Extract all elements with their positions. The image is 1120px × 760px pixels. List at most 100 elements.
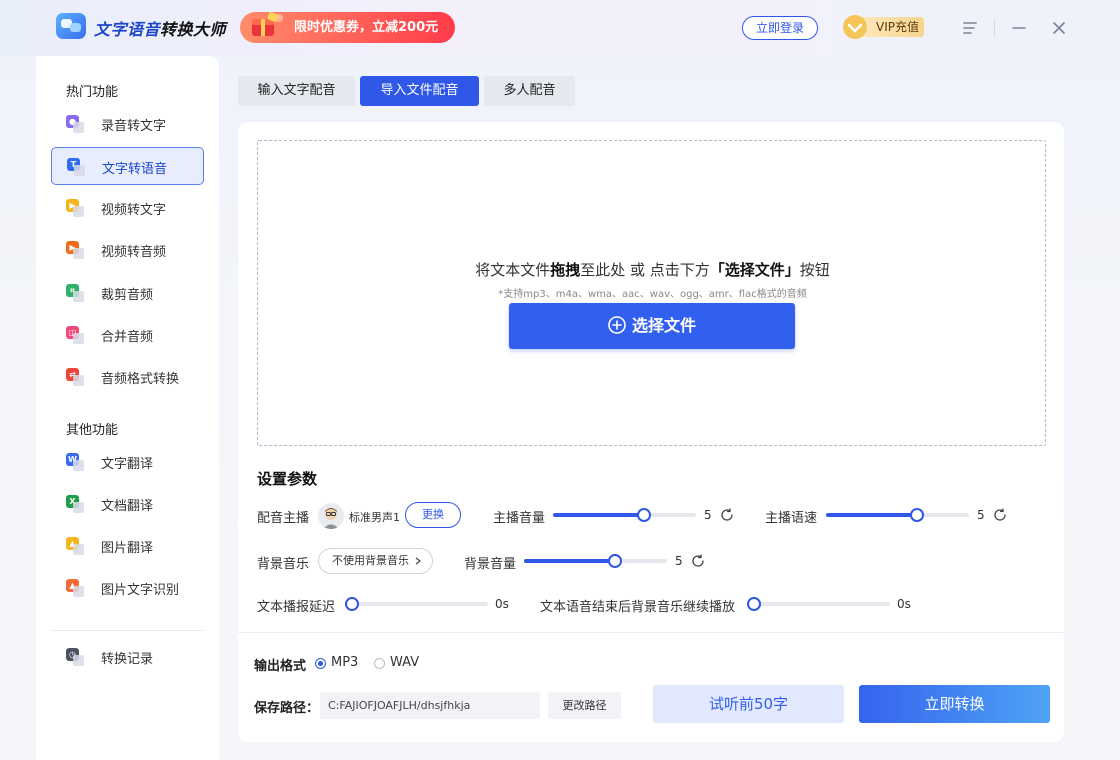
sidebar-item-label: 裁剪音频 (101, 288, 154, 303)
dropzone-text-bold-1: 拖拽 (550, 261, 581, 279)
slider-knob[interactable] (909, 508, 924, 522)
sidebar-item-record-to-text[interactable]: ● 录音转文字 (51, 105, 204, 143)
app-title-part-1: 文字语音 (94, 20, 161, 39)
video-icon: ▶ (66, 199, 84, 217)
sidebar-item-text-to-speech[interactable]: T 文字转语音 (51, 147, 204, 185)
chevron-right-icon (415, 557, 421, 565)
anchor-volume-value: 5 (704, 508, 712, 522)
slider-fill (826, 513, 917, 517)
reset-anchor-speed-icon[interactable] (993, 508, 1007, 522)
preview-button[interactable]: 试听前50字 (653, 685, 844, 723)
dropzone-instruction: 将文本文件拖拽至此处 或 点击下方「选择文件」按钮 (258, 259, 1047, 280)
anchor-speed-slider[interactable] (826, 508, 969, 522)
change-anchor-button[interactable]: 更换 (405, 502, 461, 528)
minimize-icon[interactable] (1009, 18, 1029, 38)
login-button[interactable]: 立即登录 (742, 16, 818, 40)
change-path-button[interactable]: 更改路径 (548, 692, 621, 719)
sidebar-item-label: 合并音频 (101, 330, 154, 345)
section-divider (238, 632, 1064, 633)
output-format-label: 输出格式 (254, 659, 307, 674)
tab-multi-voice[interactable]: 多人配音 (484, 76, 575, 106)
sidebar-item-label: 图片翻译 (101, 541, 154, 556)
bgm-volume-value: 5 (675, 554, 683, 568)
dropzone-text-2: 至此处 或 点击下方 (580, 261, 710, 279)
anchor-volume-label: 主播音量 (493, 511, 546, 526)
title-bar: 文字语音转换大师 限时优惠券，立减200元 立即登录 VIP充值 (0, 0, 1120, 56)
sidebar-item-image-ocr[interactable]: ▲ 图片文字识别 (51, 569, 204, 607)
slider-track (345, 602, 488, 606)
delay-slider[interactable] (345, 597, 488, 611)
microphone-icon: ● (66, 115, 84, 133)
format-label-wav: WAV (390, 655, 420, 670)
dropzone-text-bold-2: 「选择文件」 (709, 261, 800, 279)
sidebar-item-video-to-text[interactable]: ▶ 视频转文字 (51, 189, 204, 227)
sidebar-item-doc-translate[interactable]: X 文档翻译 (51, 485, 204, 523)
close-icon[interactable] (1049, 18, 1069, 38)
convert-button[interactable]: 立即转换 (859, 685, 1050, 723)
slider-knob[interactable] (607, 554, 622, 568)
word-icon: W (66, 453, 84, 471)
bgm-volume-label: 背景音量 (464, 557, 517, 572)
file-dropzone[interactable]: 将文本文件拖拽至此处 或 点击下方「选择文件」按钮 *支持mp3、m4a、wma… (257, 140, 1046, 446)
avatar (318, 503, 344, 529)
merge-icon: ◫ (66, 326, 84, 344)
anchor-volume-slider[interactable] (553, 508, 696, 522)
slider-fill (524, 559, 615, 563)
sidebar-heading-hot: 热门功能 (66, 85, 119, 100)
sidebar-item-label: 文字转语音 (102, 162, 168, 177)
format-label-mp3: MP3 (331, 655, 359, 670)
sidebar-item-image-translate[interactable]: ▲ 图片翻译 (51, 527, 204, 565)
window-controls-divider (994, 20, 995, 36)
anchor-speed-value: 5 (977, 508, 985, 522)
bgm-continue-value: 0s (897, 597, 911, 611)
anchor-speed-label: 主播语速 (765, 511, 818, 526)
sidebar-item-video-to-audio[interactable]: ▶ 视频转音频 (51, 231, 204, 269)
sidebar-item-audio-format[interactable]: ⇄ 音频格式转换 (51, 358, 204, 396)
sidebar-heading-other: 其他功能 (66, 423, 119, 438)
video-play-icon: ▶ (66, 241, 84, 259)
vip-crown-icon (843, 15, 867, 39)
save-path-field[interactable]: C:FAJIOFJOAFJLH/dhsjfhkja (320, 692, 540, 719)
dropzone-text-3: 按钮 (799, 261, 830, 279)
reset-anchor-volume-icon[interactable] (720, 508, 734, 522)
vip-recharge-button[interactable]: VIP充值 (842, 14, 924, 40)
app-title: 文字语音转换大师 (94, 16, 226, 40)
text-icon: T (67, 158, 85, 176)
sidebar-item-crop-audio[interactable]: ⌗ 裁剪音频 (51, 274, 204, 312)
tab-input-text[interactable]: 输入文字配音 (238, 76, 355, 106)
promo-banner[interactable]: 限时优惠券，立减200元 (240, 12, 455, 43)
choose-file-button[interactable]: 选择文件 (509, 303, 795, 349)
anchor-label: 配音主播 (257, 511, 310, 526)
sidebar-item-label: 转换记录 (101, 652, 154, 667)
delay-label: 文本播报延迟 (257, 600, 336, 615)
swap-icon: ⇄ (66, 368, 84, 386)
delay-value: 0s (495, 597, 509, 611)
save-path-label: 保存路径： (254, 701, 320, 716)
reset-bgm-volume-icon[interactable] (691, 554, 705, 568)
bgm-value: 不使用背景音乐 (332, 554, 409, 567)
app-title-part-2: 转换大师 (160, 20, 227, 39)
slider-knob[interactable] (747, 597, 761, 611)
bgm-volume-slider[interactable] (524, 554, 667, 568)
sidebar-item-merge-audio[interactable]: ◫ 合并音频 (51, 316, 204, 354)
bgm-continue-label: 文本语音结束后背景音乐继续播放 (540, 600, 736, 615)
format-radio-wav[interactable] (374, 658, 385, 669)
slider-knob[interactable] (345, 597, 359, 611)
crop-icon: ⌗ (66, 284, 84, 302)
settings-title: 设置参数 (257, 470, 318, 488)
app-logo-icon (56, 13, 86, 39)
slider-knob[interactable] (636, 508, 651, 522)
bgm-label: 背景音乐 (257, 557, 310, 572)
bgm-select[interactable]: 不使用背景音乐 (318, 548, 433, 574)
menu-icon[interactable] (960, 18, 980, 38)
image-icon: ▲ (66, 537, 84, 555)
format-radio-mp3[interactable] (315, 658, 326, 669)
tab-import-file[interactable]: 导入文件配音 (360, 76, 479, 106)
sidebar-item-text-translate[interactable]: W 文字翻译 (51, 443, 204, 481)
excel-icon: X (66, 495, 84, 513)
sidebar-divider (51, 630, 204, 631)
history-icon: ◷ (66, 648, 84, 666)
sidebar-item-history[interactable]: ◷ 转换记录 (51, 638, 204, 676)
sidebar-item-label: 录音转文字 (101, 119, 167, 134)
bgm-continue-slider[interactable] (747, 597, 890, 611)
